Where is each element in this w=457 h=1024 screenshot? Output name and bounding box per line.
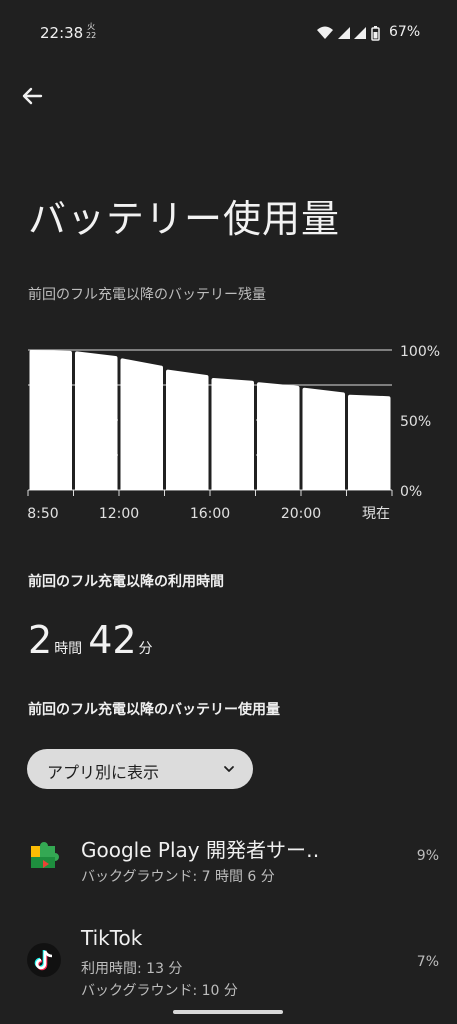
signal-icon bbox=[338, 27, 350, 39]
battery-level-bar bbox=[166, 369, 209, 490]
wifi-icon bbox=[317, 26, 333, 39]
x-tick-label: 現在 bbox=[362, 506, 390, 522]
page-title: バッテリー使用量 bbox=[28, 197, 341, 241]
status-day-kanji: 火 bbox=[87, 22, 96, 31]
view-by-app-dropdown[interactable]: アプリ別に表示 bbox=[27, 749, 253, 789]
status-bar: 22:38 火 22 67% bbox=[0, 0, 457, 60]
battery-level-bar bbox=[302, 387, 345, 490]
battery-level-bar bbox=[29, 350, 72, 490]
battery-level-bar bbox=[348, 394, 391, 490]
app-background-time: バックグラウンド: 7 時間 6 分 bbox=[81, 869, 275, 885]
app-battery-percent: 7% bbox=[416, 954, 439, 970]
app-background-time: バックグラウンド: 10 分 bbox=[81, 983, 238, 999]
signal-icon bbox=[354, 27, 366, 39]
app-usage-item[interactable]: TikTok 利用時間: 13 分 バックグラウンド: 10 分 7% bbox=[0, 922, 457, 1004]
battery-level-bar bbox=[211, 378, 254, 490]
status-icons bbox=[317, 26, 380, 41]
google-play-services-icon bbox=[31, 842, 59, 868]
home-indicator[interactable] bbox=[173, 1010, 283, 1014]
usage-minutes: 42 bbox=[88, 618, 137, 662]
battery-level-bar bbox=[257, 382, 300, 490]
usage-minutes-unit: 分 bbox=[138, 641, 153, 657]
status-battery-percent: 67% bbox=[389, 24, 421, 40]
chevron-down-icon bbox=[224, 766, 234, 772]
usage-duration: 2 時間 42 分 bbox=[28, 618, 159, 662]
chart-subtitle: 前回のフル充電以降のバッテリー残量 bbox=[28, 287, 266, 303]
battery-level-bar bbox=[75, 351, 118, 490]
arrow-left-icon bbox=[22, 87, 43, 105]
app-usage-time: 利用時間: 13 分 bbox=[81, 961, 183, 977]
status-day-number: 22 bbox=[86, 31, 97, 40]
y-tick-label: 50% bbox=[400, 414, 431, 430]
battery-level-bar bbox=[120, 358, 163, 490]
y-tick-label: 0% bbox=[400, 484, 422, 500]
x-tick-label: 12:00 bbox=[99, 506, 139, 522]
app-name: Google Play 開発者サー‥ bbox=[81, 838, 320, 862]
status-time: 22:38 bbox=[40, 24, 84, 42]
usage-hours: 2 bbox=[28, 618, 53, 662]
battery-level-chart: 8:50 12:00 16:00 20:00 現在 100% 50% 0% bbox=[27, 344, 440, 522]
battery-icon bbox=[371, 26, 380, 41]
app-battery-percent: 9% bbox=[416, 848, 439, 864]
battery-usage-label: 前回のフル充電以降のバッテリー使用量 bbox=[28, 702, 280, 718]
y-tick-label: 100% bbox=[400, 344, 440, 360]
usage-hours-unit: 時間 bbox=[54, 641, 83, 657]
status-date-badge: 火 22 bbox=[86, 22, 96, 40]
x-tick-label: 20:00 bbox=[281, 506, 321, 522]
x-tick-label: 16:00 bbox=[190, 506, 230, 522]
tiktok-icon bbox=[27, 943, 61, 977]
app-name: TikTok bbox=[81, 926, 143, 950]
back-button[interactable] bbox=[18, 82, 46, 110]
dropdown-label: アプリ別に表示 bbox=[47, 763, 160, 782]
x-tick-label: 8:50 bbox=[27, 506, 58, 522]
usage-time-label: 前回のフル充電以降の利用時間 bbox=[28, 574, 224, 590]
app-usage-item[interactable]: Google Play 開発者サー‥ バックグラウンド: 7 時間 6 分 9% bbox=[0, 826, 457, 890]
